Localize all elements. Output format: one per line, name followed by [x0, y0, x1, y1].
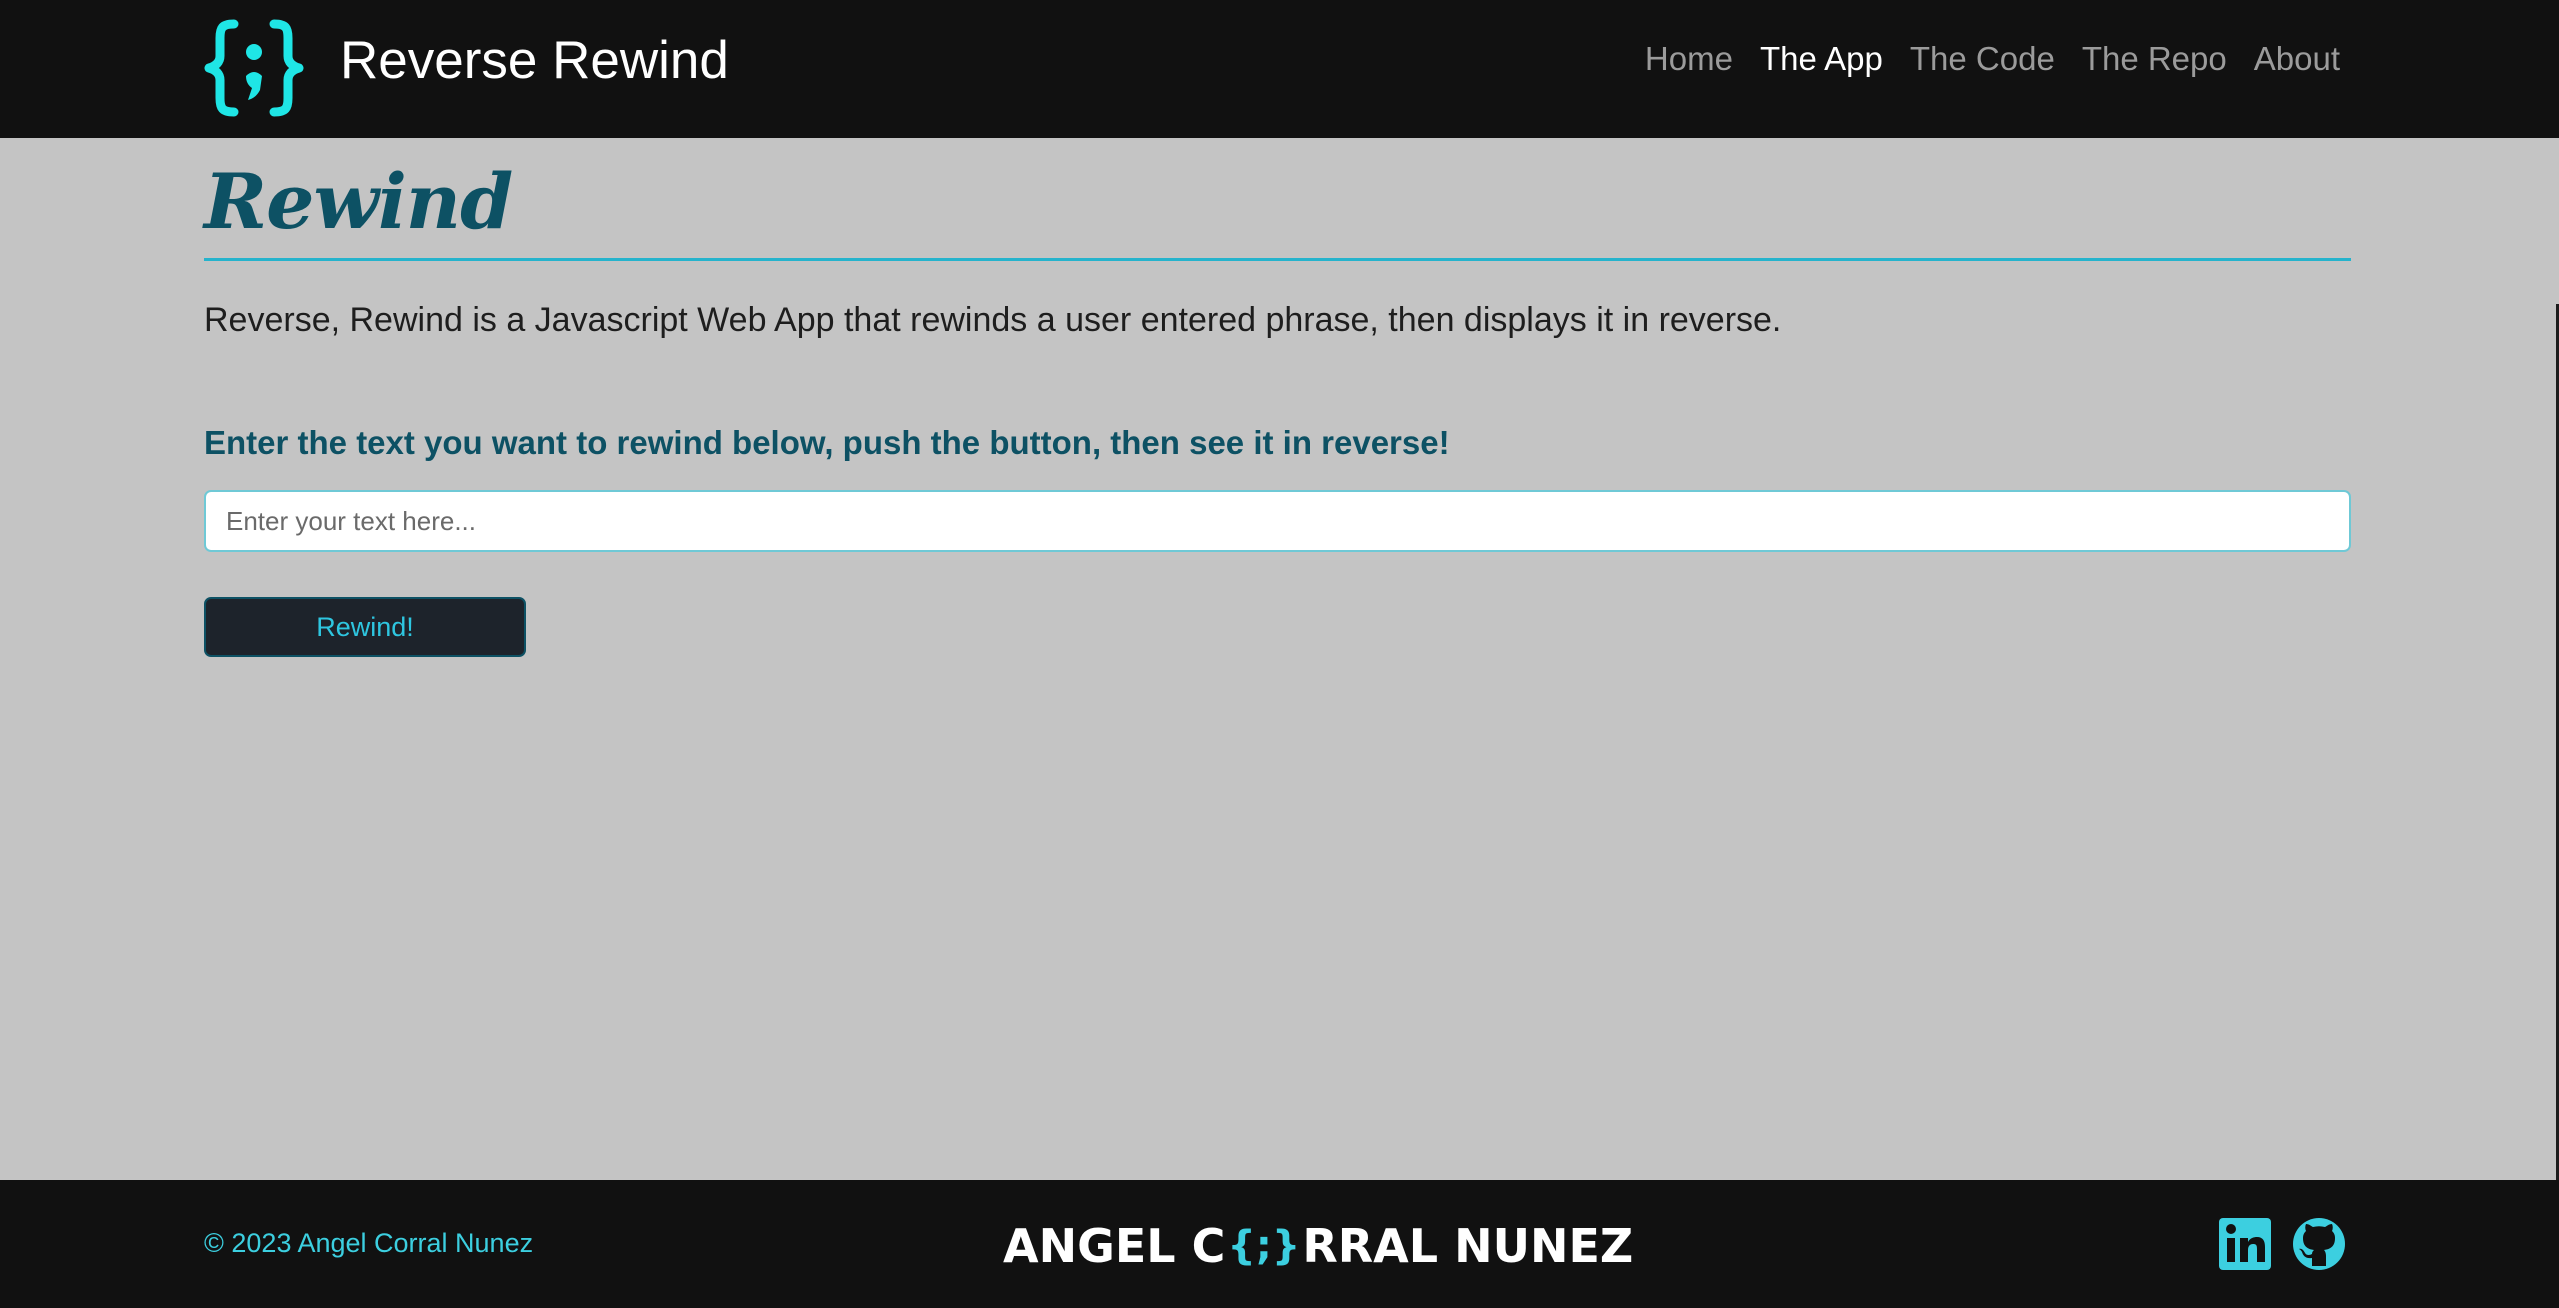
text-input[interactable]: [204, 490, 2351, 553]
title-divider: [204, 258, 2351, 261]
nav-about[interactable]: About: [2254, 42, 2340, 75]
footer-logo-right: RRAL NUNEZ: [1302, 1219, 1634, 1273]
nav-the-repo[interactable]: The Repo: [2082, 42, 2227, 75]
footer: © 2023 Angel Corral Nunez ANGEL C {;} RR…: [0, 1180, 2559, 1308]
footer-logo-left: ANGEL C: [1003, 1219, 1226, 1273]
nav-links: Home The App The Code The Repo About: [1645, 42, 2340, 75]
curly-braces-semicolon-icon: [204, 19, 304, 117]
brand-link[interactable]: Reverse Rewind: [204, 18, 729, 118]
social-links: [2217, 1216, 2347, 1272]
rewind-button[interactable]: Rewind!: [204, 597, 526, 658]
app-description: Reverse, Rewind is a Javascript Web App …: [204, 301, 1782, 339]
footer-logo-glyph: {;}: [1227, 1223, 1301, 1269]
instructions-heading: Enter the text you want to rewind below,…: [204, 423, 1450, 461]
github-link[interactable]: [2291, 1216, 2347, 1272]
page-title: Rewind: [204, 157, 513, 246]
linkedin-icon: [2219, 1218, 2271, 1270]
linkedin-link[interactable]: [2217, 1216, 2273, 1272]
copyright-text: © 2023 Angel Corral Nunez: [204, 1228, 534, 1258]
navbar: Reverse Rewind Home The App The Code The…: [0, 0, 2559, 138]
footer-logo: ANGEL C {;} RRAL NUNEZ: [1003, 1218, 1633, 1274]
main-content: Rewind Reverse, Rewind is a Javascript W…: [204, 138, 2351, 658]
brand-name: Reverse Rewind: [340, 30, 729, 90]
nav-the-code[interactable]: The Code: [1910, 42, 2055, 75]
github-icon: [2293, 1218, 2345, 1270]
nav-the-app[interactable]: The App: [1760, 42, 1883, 75]
nav-home[interactable]: Home: [1645, 42, 1733, 75]
